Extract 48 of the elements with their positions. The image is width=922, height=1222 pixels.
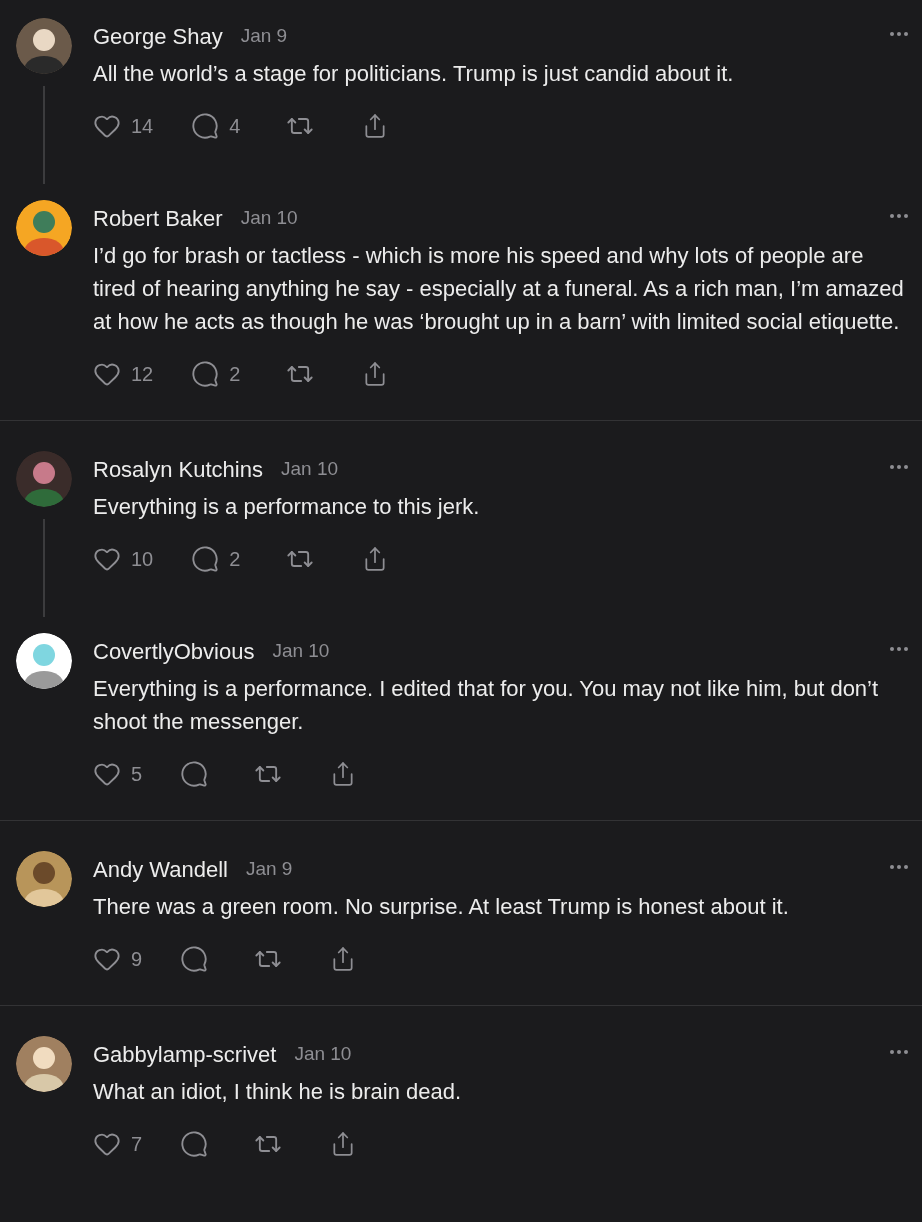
comment-date: Jan 10 bbox=[281, 456, 339, 481]
comment-date: Jan 9 bbox=[245, 856, 293, 881]
author-name[interactable]: George Shay bbox=[93, 19, 223, 53]
more-icon bbox=[890, 465, 908, 469]
more-icon bbox=[890, 32, 908, 36]
reply-button[interactable] bbox=[180, 1130, 209, 1158]
reply-button[interactable]: 4 bbox=[191, 111, 241, 141]
speech-bubble-icon bbox=[191, 360, 220, 388]
comment-text: I’d go for brash or tactless - which is more his speed and why lots of people are tired of hearing anything he say - especially at a funeral. As a rich man, I’m amazed at how he acts as though he was ‘brought up in a barn’ with limited social etiquette. bbox=[93, 242, 905, 336]
reply-button[interactable] bbox=[180, 760, 209, 788]
more-button[interactable] bbox=[890, 1050, 908, 1054]
comment-date: Jan 10 bbox=[240, 205, 298, 230]
like-button[interactable]: 12 bbox=[93, 359, 154, 389]
author-name[interactable]: Gabbylamp-scrivet bbox=[93, 1037, 277, 1071]
author-name[interactable]: Robert Baker bbox=[93, 201, 223, 235]
reply-button[interactable] bbox=[180, 945, 209, 973]
more-button[interactable] bbox=[890, 32, 908, 36]
comment-date: Jan 10 bbox=[294, 1041, 352, 1066]
more-icon bbox=[890, 1050, 908, 1054]
speech-bubble-icon bbox=[191, 545, 220, 573]
comment-date: Jan 9 bbox=[240, 23, 288, 48]
more-button[interactable] bbox=[890, 214, 908, 218]
like-button[interactable]: 10 bbox=[93, 544, 154, 574]
like-button[interactable]: 9 bbox=[93, 944, 143, 974]
speech-bubble-icon bbox=[180, 760, 209, 788]
like-button[interactable]: 5 bbox=[93, 759, 143, 789]
more-button[interactable] bbox=[890, 865, 908, 869]
more-button[interactable] bbox=[890, 465, 908, 469]
more-icon bbox=[890, 865, 908, 869]
author-name[interactable]: CovertlyObvious bbox=[93, 634, 255, 668]
speech-bubble-icon bbox=[180, 1130, 209, 1158]
comment-text: There was a green room. No surprise. At least Trump is honest about it. bbox=[93, 893, 790, 921]
comment-date: Jan 10 bbox=[272, 638, 330, 663]
reply-button[interactable]: 2 bbox=[191, 359, 241, 389]
comment-text: All the world’s a stage for politicians. Trump is just candid about it. bbox=[93, 60, 735, 88]
reply-button[interactable]: 2 bbox=[191, 544, 241, 574]
author-name[interactable]: Rosalyn Kutchins bbox=[93, 452, 263, 486]
more-button[interactable] bbox=[890, 647, 908, 651]
comment-text: Everything is a performance. I edited that for you. You may not like him, but don’t shoot the messenger. bbox=[93, 675, 880, 736]
more-icon bbox=[890, 214, 908, 218]
speech-bubble-icon bbox=[191, 112, 220, 140]
comment-text: What an idiot, I think he is brain dead. bbox=[93, 1078, 463, 1106]
like-button[interactable]: 14 bbox=[93, 111, 154, 141]
speech-bubble-icon bbox=[180, 945, 209, 973]
more-icon bbox=[890, 647, 908, 651]
author-name[interactable]: Andy Wandell bbox=[93, 852, 228, 886]
comment-text: Everything is a performance to this jerk. bbox=[93, 493, 481, 521]
like-button[interactable]: 7 bbox=[93, 1129, 143, 1159]
